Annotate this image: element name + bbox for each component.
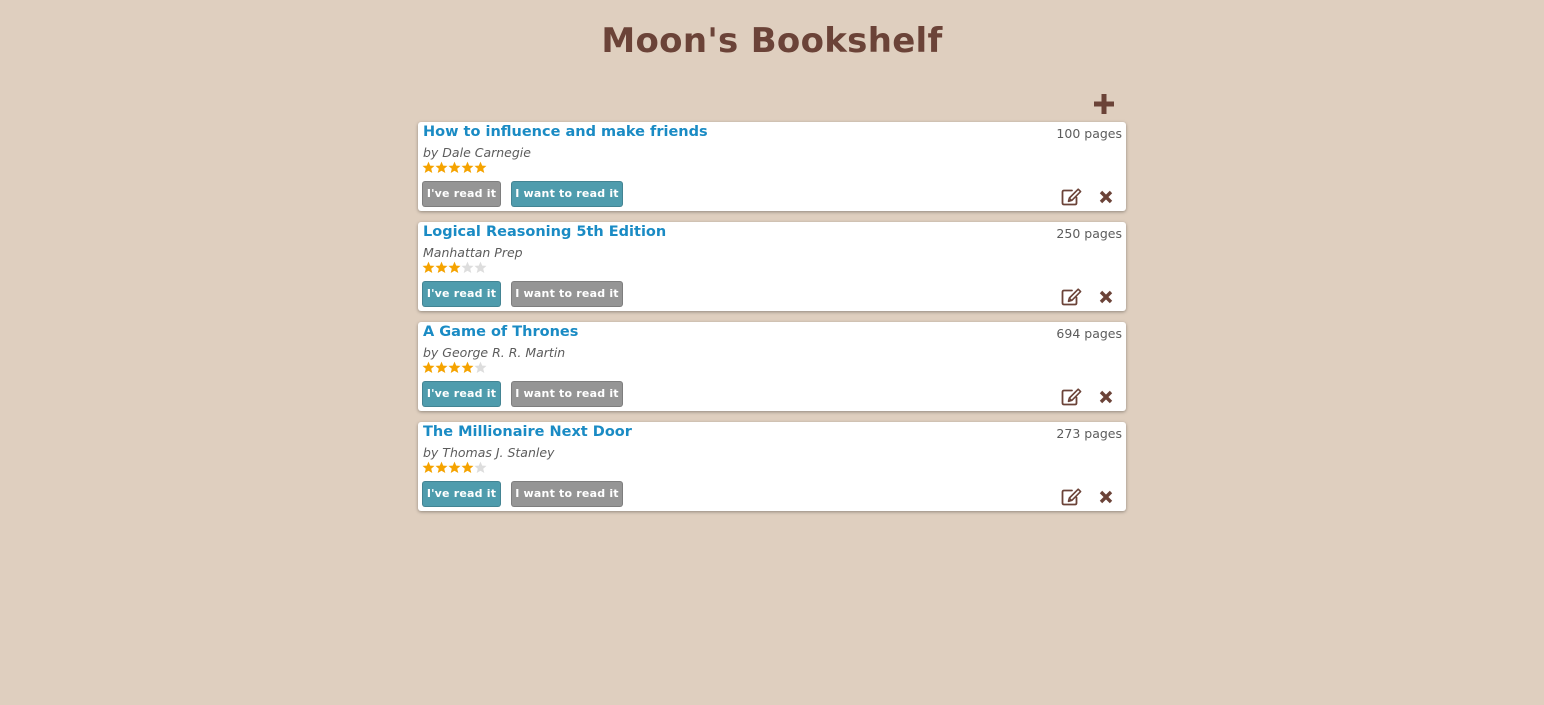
book-author: by Dale Carnegie — [423, 145, 531, 160]
book-pages: 250 pages — [1056, 226, 1122, 241]
star-rating[interactable] — [422, 161, 487, 175]
edit-button[interactable] — [1061, 388, 1082, 406]
book-title-link[interactable]: A Game of Thrones — [423, 324, 578, 340]
ive-read-it-button[interactable]: I've read it — [422, 481, 501, 507]
star-filled-icon[interactable] — [448, 461, 461, 474]
star-empty-icon[interactable] — [474, 261, 487, 274]
book-card: A Game of Thrones 694 pages by George R. R… — [418, 322, 1126, 411]
star-filled-icon[interactable] — [422, 361, 435, 374]
star-rating[interactable] — [422, 261, 487, 275]
want-to-read-button[interactable]: I want to read it — [511, 181, 623, 207]
star-filled-icon[interactable] — [448, 361, 461, 374]
star-rating[interactable] — [422, 461, 487, 475]
edit-button[interactable] — [1061, 288, 1082, 306]
close-icon — [1099, 290, 1113, 304]
book-title-link[interactable]: Logical Reasoning 5th Edition — [423, 224, 666, 240]
book-pages: 694 pages — [1056, 326, 1122, 341]
edit-icon — [1061, 388, 1082, 406]
close-icon — [1099, 490, 1113, 504]
book-card: The Millionaire Next Door 273 pages by Tho… — [418, 422, 1126, 511]
ive-read-it-button[interactable]: I've read it — [422, 181, 501, 207]
edit-button[interactable] — [1061, 488, 1082, 506]
edit-button[interactable] — [1061, 188, 1082, 206]
want-to-read-button[interactable]: I want to read it — [511, 381, 623, 407]
star-filled-icon[interactable] — [461, 161, 474, 174]
edit-icon — [1061, 288, 1082, 306]
want-to-read-button[interactable]: I want to read it — [511, 281, 623, 307]
star-filled-icon[interactable] — [448, 161, 461, 174]
star-filled-icon[interactable] — [422, 261, 435, 274]
star-filled-icon[interactable] — [435, 261, 448, 274]
page-title: Moon's Bookshelf — [601, 21, 943, 61]
star-empty-icon[interactable] — [474, 461, 487, 474]
book-card: How to influence and make friends 100 pag… — [418, 122, 1126, 211]
star-filled-icon[interactable] — [448, 261, 461, 274]
star-filled-icon[interactable] — [435, 461, 448, 474]
book-title-link[interactable]: How to influence and make friends — [423, 124, 708, 140]
ive-read-it-button[interactable]: I've read it — [422, 281, 501, 307]
edit-icon — [1061, 488, 1082, 506]
book-pages: 273 pages — [1056, 426, 1122, 441]
star-empty-icon[interactable] — [474, 361, 487, 374]
delete-button[interactable] — [1099, 289, 1113, 304]
book-title-link[interactable]: The Millionaire Next Door — [423, 424, 632, 440]
want-to-read-button[interactable]: I want to read it — [511, 481, 623, 507]
star-filled-icon[interactable] — [422, 161, 435, 174]
delete-button[interactable] — [1099, 189, 1113, 204]
close-icon — [1099, 390, 1113, 404]
delete-button[interactable] — [1099, 389, 1113, 404]
book-card: Logical Reasoning 5th Edition 250 pages Ma… — [418, 222, 1126, 311]
star-filled-icon[interactable] — [461, 361, 474, 374]
star-filled-icon[interactable] — [435, 361, 448, 374]
star-filled-icon[interactable] — [435, 161, 448, 174]
add-book-button[interactable] — [1092, 90, 1116, 118]
star-empty-icon[interactable] — [461, 261, 474, 274]
star-filled-icon[interactable] — [474, 161, 487, 174]
book-author: by Thomas J. Stanley — [423, 445, 555, 460]
book-author: by George R. R. Martin — [423, 345, 566, 360]
ive-read-it-button[interactable]: I've read it — [422, 381, 501, 407]
edit-icon — [1061, 188, 1082, 206]
star-filled-icon[interactable] — [422, 461, 435, 474]
plus-icon — [1094, 94, 1114, 114]
star-filled-icon[interactable] — [461, 461, 474, 474]
close-icon — [1099, 190, 1113, 204]
star-rating[interactable] — [422, 361, 487, 375]
delete-button[interactable] — [1099, 489, 1113, 504]
book-pages: 100 pages — [1056, 126, 1122, 141]
book-author: Manhattan Prep — [423, 245, 523, 260]
